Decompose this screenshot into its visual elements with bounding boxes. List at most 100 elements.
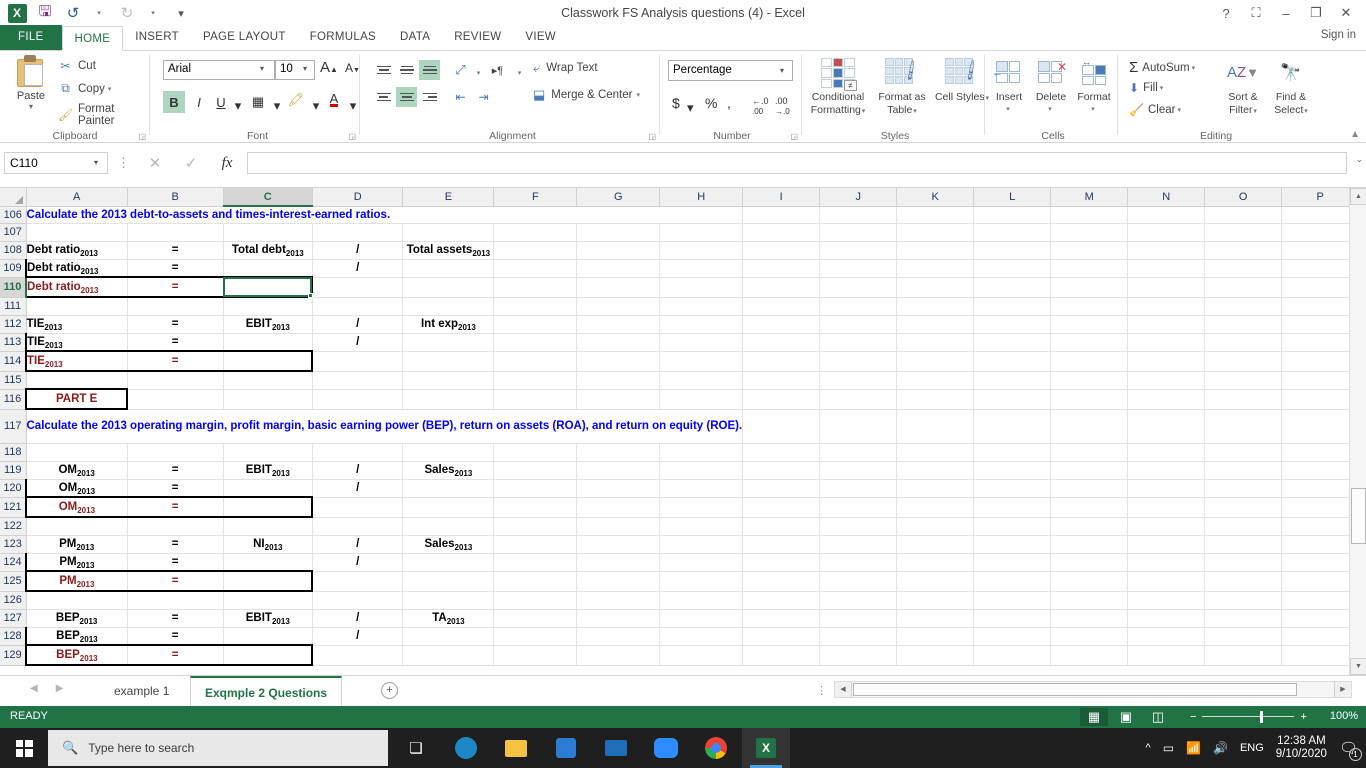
- cell-N118[interactable]: [1127, 443, 1206, 462]
- cell-E116[interactable]: [402, 389, 495, 410]
- cell-E122[interactable]: [402, 517, 495, 536]
- cell-P113[interactable]: [1281, 333, 1360, 352]
- cell-O112[interactable]: [1204, 315, 1283, 334]
- insert-function-icon[interactable]: fx: [212, 152, 242, 174]
- cell-A117[interactable]: Calculate the 2013 operating margin, pro…: [26, 409, 744, 444]
- cell-J125[interactable]: [819, 571, 898, 592]
- cell-I117[interactable]: [742, 409, 821, 444]
- cell-B113[interactable]: =: [127, 333, 224, 352]
- cell-O115[interactable]: [1204, 371, 1283, 390]
- redo-dropdown-icon[interactable]: ▾: [140, 2, 166, 24]
- cell-P123[interactable]: [1281, 535, 1360, 554]
- cell-L113[interactable]: [973, 333, 1052, 352]
- row-header-114[interactable]: 114: [0, 351, 27, 372]
- help-icon[interactable]: ?: [1212, 2, 1240, 24]
- column-header-l[interactable]: L: [973, 188, 1052, 207]
- align-middle-icon[interactable]: [396, 60, 417, 80]
- cell-A106[interactable]: Calculate the 2013 debt-to-assets and ti…: [26, 206, 744, 224]
- cell-L106[interactable]: [973, 206, 1052, 224]
- cell-L121[interactable]: [973, 497, 1052, 518]
- cell-L118[interactable]: [973, 443, 1052, 462]
- cell-C112[interactable]: EBIT2013: [223, 315, 313, 334]
- cell-K128[interactable]: [896, 627, 975, 646]
- column-header-i[interactable]: I: [742, 188, 821, 207]
- cell-F119[interactable]: [493, 461, 578, 480]
- row-header-119[interactable]: 119: [0, 461, 27, 480]
- cell-G115[interactable]: [576, 371, 661, 390]
- cell-F126[interactable]: [493, 591, 578, 610]
- conditional-formatting-dropdown-icon[interactable]: ▾: [862, 108, 866, 115]
- column-header-j[interactable]: J: [819, 188, 898, 207]
- cell-K126[interactable]: [896, 591, 975, 610]
- cell-M117[interactable]: [1050, 409, 1129, 444]
- cell-K113[interactable]: [896, 333, 975, 352]
- cell-H114[interactable]: [659, 351, 744, 372]
- find-select-button[interactable]: 🔭 Find & Select ▾: [1267, 55, 1315, 118]
- tab-view[interactable]: VIEW: [513, 25, 568, 50]
- cell-F128[interactable]: [493, 627, 578, 646]
- cell-D121[interactable]: [312, 497, 404, 518]
- cell-I110[interactable]: [742, 277, 821, 298]
- cell-J129[interactable]: [819, 645, 898, 666]
- cell-L110[interactable]: [973, 277, 1052, 298]
- cell-B122[interactable]: [127, 517, 224, 536]
- cell-A110[interactable]: Debt ratio2013: [24, 276, 128, 298]
- cell-A114[interactable]: TIE2013: [24, 350, 128, 372]
- cell-E107[interactable]: [402, 223, 495, 242]
- cell-P116[interactable]: [1281, 389, 1360, 410]
- cell-N115[interactable]: [1127, 371, 1206, 390]
- cell-D108[interactable]: /: [312, 241, 404, 260]
- expand-formula-bar-icon[interactable]: ⌄: [1355, 154, 1363, 165]
- format-cells-dropdown-icon[interactable]: ▾: [1070, 104, 1116, 117]
- cell-D123[interactable]: /: [312, 535, 404, 554]
- row-header-118[interactable]: 118: [0, 443, 27, 462]
- customize-qat-icon[interactable]: ▾: [168, 2, 194, 24]
- cell-K121[interactable]: [896, 497, 975, 518]
- cell-O111[interactable]: [1204, 297, 1283, 316]
- cell-D126[interactable]: [312, 591, 404, 610]
- cell-J123[interactable]: [819, 535, 898, 554]
- cell-I121[interactable]: [742, 497, 821, 518]
- cell-F115[interactable]: [493, 371, 578, 390]
- cell-O129[interactable]: [1204, 645, 1283, 666]
- cell-E110[interactable]: [402, 277, 495, 298]
- row-header-109[interactable]: 109: [0, 259, 27, 278]
- cell-D122[interactable]: [312, 517, 404, 536]
- cell-B125[interactable]: =: [127, 570, 224, 592]
- cell-O108[interactable]: [1204, 241, 1283, 260]
- cell-D118[interactable]: [312, 443, 404, 462]
- font-dialog-launcher-icon[interactable]: ◲: [348, 132, 356, 141]
- cell-N120[interactable]: [1127, 479, 1206, 498]
- vertical-scroll-thumb[interactable]: [1351, 488, 1366, 544]
- cell-B121[interactable]: =: [127, 496, 224, 518]
- cell-N117[interactable]: [1127, 409, 1206, 444]
- cell-I109[interactable]: [742, 259, 821, 278]
- cell-G108[interactable]: [576, 241, 661, 260]
- cell-B118[interactable]: [127, 443, 224, 462]
- cell-O119[interactable]: [1204, 461, 1283, 480]
- cell-J108[interactable]: [819, 241, 898, 260]
- cell-A118[interactable]: [26, 443, 128, 462]
- cell-A107[interactable]: [26, 223, 128, 242]
- cell-L129[interactable]: [973, 645, 1052, 666]
- cell-H119[interactable]: [659, 461, 744, 480]
- cell-O110[interactable]: [1204, 277, 1283, 298]
- row-header-122[interactable]: 122: [0, 517, 27, 536]
- cell-J124[interactable]: [819, 553, 898, 572]
- cell-K125[interactable]: [896, 571, 975, 592]
- cell-N122[interactable]: [1127, 517, 1206, 536]
- cell-I114[interactable]: [742, 351, 821, 372]
- cell-O121[interactable]: [1204, 497, 1283, 518]
- cell-M114[interactable]: [1050, 351, 1129, 372]
- cell-N121[interactable]: [1127, 497, 1206, 518]
- cell-B114[interactable]: =: [127, 350, 224, 372]
- cell-G111[interactable]: [576, 297, 661, 316]
- cell-E127[interactable]: TA2013: [402, 609, 495, 628]
- cell-N119[interactable]: [1127, 461, 1206, 480]
- cell-J110[interactable]: [819, 277, 898, 298]
- cell-K106[interactable]: [896, 206, 975, 224]
- cell-J120[interactable]: [819, 479, 898, 498]
- cell-B129[interactable]: =: [127, 644, 224, 666]
- cell-H107[interactable]: [659, 223, 744, 242]
- cell-C113[interactable]: [223, 333, 313, 352]
